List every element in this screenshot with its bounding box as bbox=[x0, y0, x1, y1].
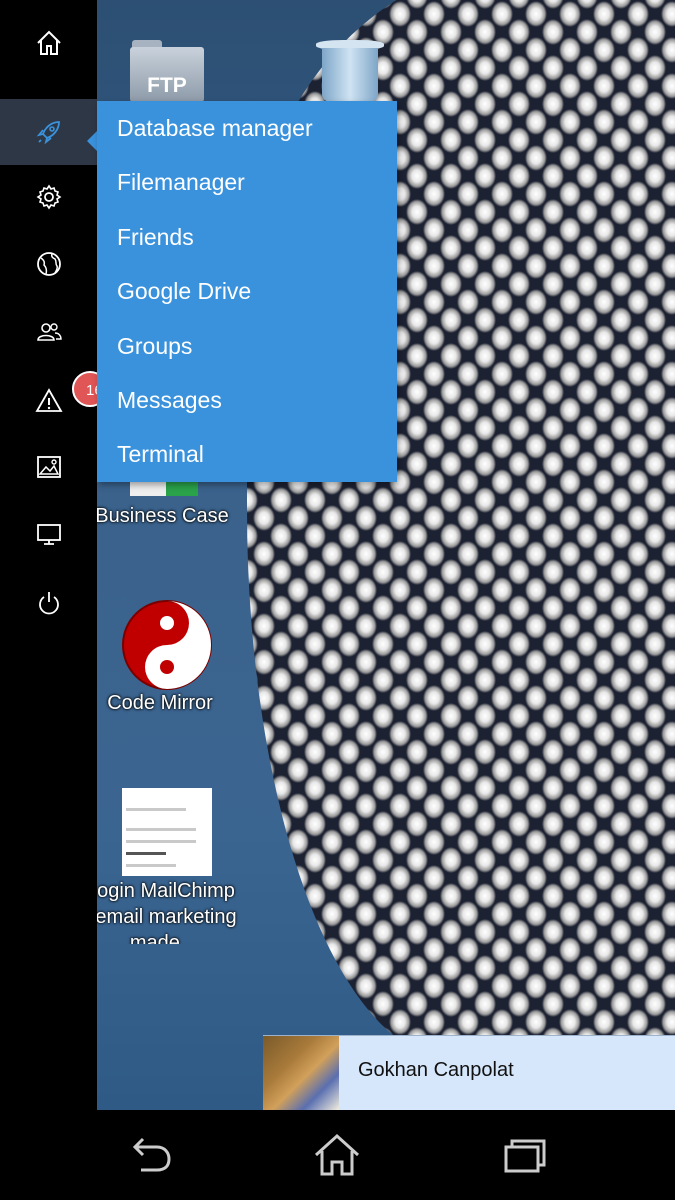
menu-item-groups[interactable]: Groups bbox=[97, 319, 397, 373]
sidebar-item-desktop[interactable] bbox=[0, 501, 97, 567]
sidebar-item-users[interactable] bbox=[0, 299, 97, 365]
rocket-icon bbox=[36, 121, 60, 145]
sidebar-item-home[interactable] bbox=[0, 10, 97, 76]
home-nav-icon bbox=[314, 1133, 360, 1176]
sidebar-item-apps[interactable] bbox=[0, 99, 97, 165]
menu-item-filemanager[interactable]: Filemanager bbox=[97, 155, 397, 209]
sidebar bbox=[0, 0, 97, 1110]
sidebar-item-settings[interactable] bbox=[0, 164, 97, 230]
mailchimp-label-line2: email marketing bbox=[95, 906, 237, 928]
recent-apps-icon bbox=[504, 1139, 546, 1173]
recent-apps-button[interactable] bbox=[495, 1130, 555, 1180]
gear-icon bbox=[36, 184, 61, 210]
menu-item-friends[interactable]: Friends bbox=[97, 210, 397, 264]
code-mirror-label[interactable]: Code Mirror bbox=[100, 690, 220, 716]
avatar bbox=[263, 1036, 339, 1111]
business-case-label[interactable]: Business Case bbox=[92, 503, 232, 529]
apps-popup-menu: Database manager Filemanager Friends Goo… bbox=[97, 101, 397, 482]
monitor-icon bbox=[36, 524, 61, 545]
sidebar-item-logout[interactable] bbox=[0, 570, 97, 636]
notification-user-name: Gokhan Canpolat bbox=[358, 1059, 514, 1081]
power-icon bbox=[38, 592, 59, 615]
back-icon bbox=[132, 1137, 171, 1172]
menu-item-google-drive[interactable]: Google Drive bbox=[97, 264, 397, 318]
sidebar-item-web[interactable] bbox=[0, 231, 97, 297]
home-icon bbox=[36, 30, 61, 55]
home-button[interactable] bbox=[307, 1130, 367, 1180]
system-navigation-bar bbox=[0, 1110, 675, 1200]
mailchimp-label[interactable]: ogin MailChimp email marketing made ... bbox=[86, 878, 246, 944]
mailchimp-label-line3: made ... bbox=[129, 932, 203, 944]
sidebar-item-gallery[interactable] bbox=[0, 434, 97, 500]
warning-icon bbox=[34, 388, 63, 412]
image-icon bbox=[36, 456, 61, 478]
menu-item-messages[interactable]: Messages bbox=[97, 373, 397, 427]
chat-notification[interactable]: Gokhan Canpolat bbox=[263, 1035, 675, 1111]
menu-item-database-manager[interactable]: Database manager bbox=[97, 101, 397, 155]
ftp-folder-icon[interactable]: FTP bbox=[130, 40, 204, 102]
menu-pointer bbox=[87, 131, 97, 151]
mailchimp-label-line1: ogin MailChimp bbox=[97, 880, 235, 902]
menu-item-terminal[interactable]: Terminal bbox=[97, 427, 397, 481]
ftp-folder-label: FTP bbox=[147, 74, 187, 97]
globe-icon bbox=[36, 252, 61, 276]
code-mirror-icon[interactable] bbox=[122, 600, 212, 690]
mailchimp-thumbnail-icon[interactable] bbox=[122, 788, 212, 876]
users-icon bbox=[36, 323, 62, 341]
back-button[interactable] bbox=[120, 1130, 180, 1180]
recycle-bin-icon[interactable] bbox=[316, 40, 386, 102]
